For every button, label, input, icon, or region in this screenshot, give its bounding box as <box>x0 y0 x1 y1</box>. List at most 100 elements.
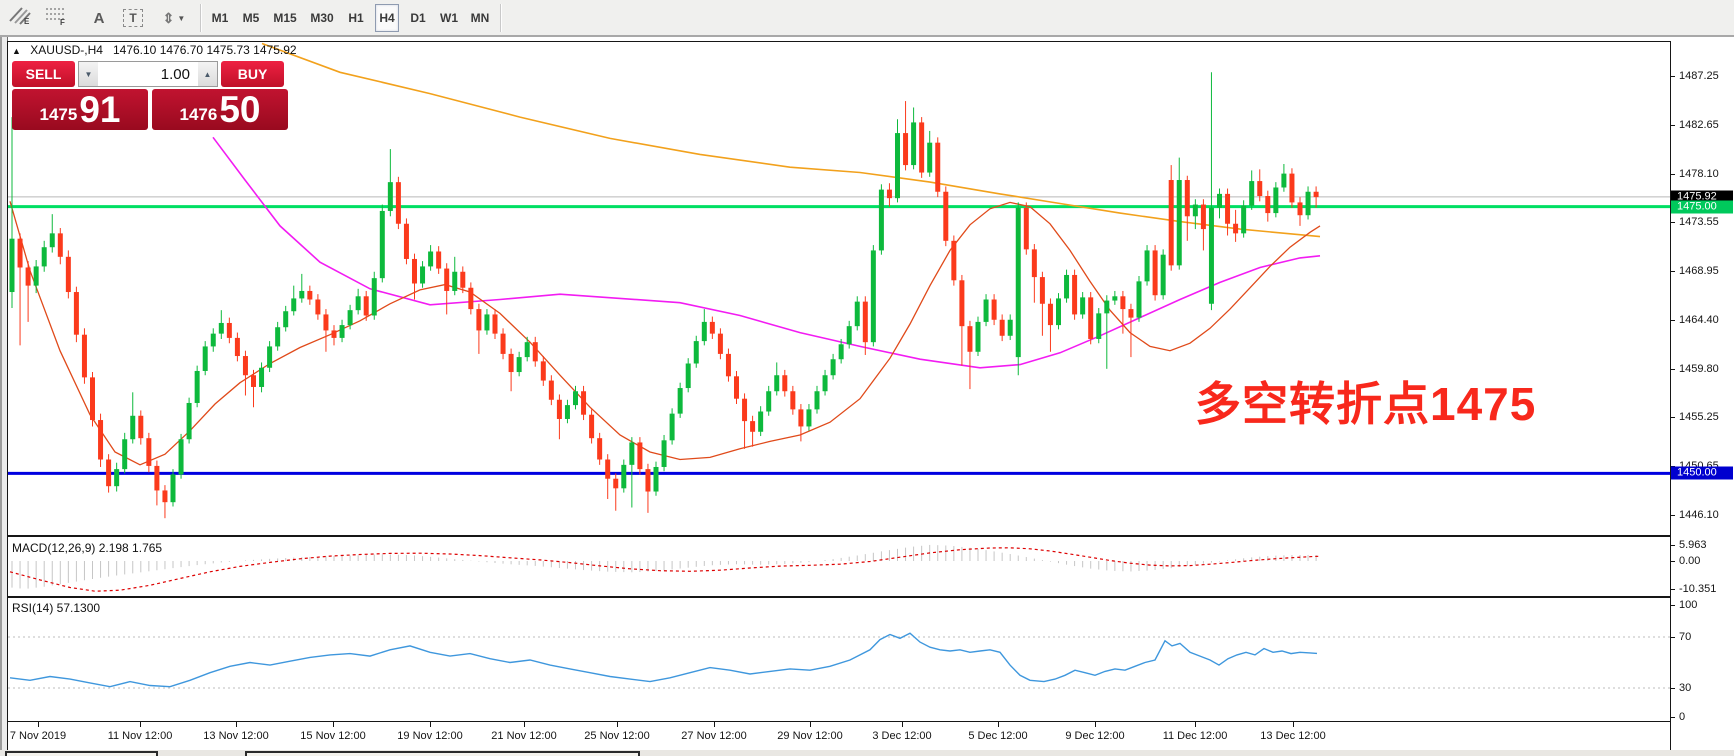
macd-divider[interactable] <box>8 535 1671 537</box>
candle-body <box>895 133 900 198</box>
ohlc-open: 1476.10 <box>113 43 156 57</box>
candle-body <box>122 439 127 469</box>
candle-body <box>589 415 594 438</box>
timeframe-button-w1[interactable]: W1 <box>437 4 461 32</box>
candle-body <box>815 391 820 409</box>
candle-body <box>1209 208 1214 304</box>
volume-stepper: ▼ 1.00 ▲ <box>78 61 218 87</box>
candle-body <box>678 388 683 414</box>
volume-input[interactable]: 1.00 <box>98 62 198 86</box>
time-axis-label: 13 Nov 12:00 <box>203 730 268 742</box>
timeframe-button-mn[interactable]: MN <box>468 4 492 32</box>
macd-label: MACD(12,26,9) 2.198 1.765 <box>12 541 162 555</box>
candle-body <box>549 381 554 400</box>
macd-pane[interactable]: MACD(12,26,9) 2.198 1.765 <box>8 538 1670 596</box>
buy-button[interactable]: BUY <box>221 61 284 87</box>
candle-body <box>758 412 763 432</box>
candle-body <box>1249 181 1254 206</box>
time-axis-label: 27 Nov 12:00 <box>681 730 746 742</box>
rsi-axis-label: 30 <box>1679 682 1691 694</box>
candle-body <box>315 299 320 314</box>
timeframe-button-h1[interactable]: H1 <box>344 4 368 32</box>
bottom-window-strip <box>0 750 1734 756</box>
candle-body <box>82 335 87 378</box>
rsi-line <box>10 633 1317 687</box>
fibonacci-icon[interactable]: F <box>44 5 78 31</box>
candle-body <box>637 442 642 469</box>
candle-body <box>203 346 208 371</box>
minimized-window-tab[interactable] <box>5 751 158 756</box>
candle-body <box>1225 194 1230 224</box>
candle-body <box>654 467 659 492</box>
minimized-window-tab[interactable] <box>245 751 640 756</box>
candle-body <box>525 342 530 357</box>
candle-body <box>774 375 779 391</box>
candle-body <box>26 267 31 285</box>
pane-border-left <box>7 41 8 750</box>
sell-quote-box[interactable]: 1475 91 <box>12 89 148 130</box>
timeframe-button-m15[interactable]: M15 <box>270 4 300 32</box>
timeframe-button-h4[interactable]: H4 <box>375 4 399 32</box>
candle-body <box>1241 206 1246 234</box>
candle-body <box>404 224 409 259</box>
candle-body <box>557 400 562 419</box>
volume-increase-button[interactable]: ▲ <box>198 62 217 86</box>
time-axis-label: 5 Dec 12:00 <box>968 730 1027 742</box>
price-axis[interactable]: 1487.251482.651478.101473.551468.951464.… <box>1671 41 1734 750</box>
time-axis-label: 15 Nov 12:00 <box>300 730 365 742</box>
rsi-divider[interactable] <box>8 596 1671 598</box>
candle-body <box>1306 192 1311 215</box>
candle-body <box>259 368 264 387</box>
candle-body <box>1201 205 1206 230</box>
time-axis-label: 9 Dec 12:00 <box>1065 730 1124 742</box>
text-box-icon[interactable]: T <box>118 5 148 31</box>
collapse-arrow-icon[interactable]: ▲ <box>12 46 21 56</box>
macd-signal-line <box>10 548 1320 591</box>
candle-body <box>1185 180 1190 216</box>
candle-body <box>1008 320 1013 336</box>
candle-body <box>275 327 280 346</box>
timeframe-button-m1[interactable]: M1 <box>208 4 232 32</box>
candle-body <box>1032 249 1037 277</box>
price-axis-label: 1478.10 <box>1679 168 1719 180</box>
candle-body <box>903 133 908 165</box>
mt4-window: E F A T ⇕ ▼ M1M5M15M30H1H4D1W1MN M <box>0 0 1734 756</box>
candle-body <box>195 371 200 403</box>
expert-lines-icon[interactable]: E <box>8 5 42 31</box>
timeframe-button-d1[interactable]: D1 <box>406 4 430 32</box>
candle-body <box>847 326 852 344</box>
axis-divider <box>1670 41 1671 750</box>
timeframe-button-m30[interactable]: M30 <box>307 4 337 32</box>
candle-body <box>621 465 626 488</box>
sell-price-big-figure: 1475 <box>40 105 78 125</box>
time-axis-label: 29 Nov 12:00 <box>777 730 842 742</box>
time-axis[interactable]: 7 Nov 201911 Nov 12:0013 Nov 12:0015 Nov… <box>8 722 1670 750</box>
candle-body <box>468 288 473 309</box>
candle-body <box>235 338 240 356</box>
candle-body <box>1193 205 1198 217</box>
rsi-bottom-border <box>8 721 1671 722</box>
timeframe-button-m5[interactable]: M5 <box>239 4 263 32</box>
candle-body <box>726 354 731 376</box>
candle-body <box>1281 174 1286 188</box>
candle-body <box>1314 192 1319 197</box>
candle-body <box>283 311 288 327</box>
text-label-icon[interactable]: A <box>86 5 112 31</box>
buy-quote-box[interactable]: 1476 50 <box>152 89 288 130</box>
cursor-arrows-icon[interactable]: ⇕ ▼ <box>154 5 194 31</box>
candle-body <box>444 269 449 291</box>
candle-body <box>517 357 522 372</box>
candle-body <box>1289 174 1294 203</box>
sell-price-pips: 91 <box>79 91 120 128</box>
price-axis-label: 1473.55 <box>1679 216 1719 228</box>
candle-body <box>734 376 739 398</box>
candle-body <box>839 344 844 359</box>
volume-decrease-button[interactable]: ▼ <box>79 62 98 86</box>
rsi-pane[interactable]: RSI(14) 57.1300 <box>8 598 1670 721</box>
candle-body <box>396 182 401 224</box>
sell-button[interactable]: SELL <box>12 61 75 87</box>
candle-body <box>380 211 385 278</box>
candle-body <box>1056 298 1061 325</box>
candle-body <box>823 375 828 391</box>
time-axis-label: 11 Nov 12:00 <box>108 730 173 742</box>
